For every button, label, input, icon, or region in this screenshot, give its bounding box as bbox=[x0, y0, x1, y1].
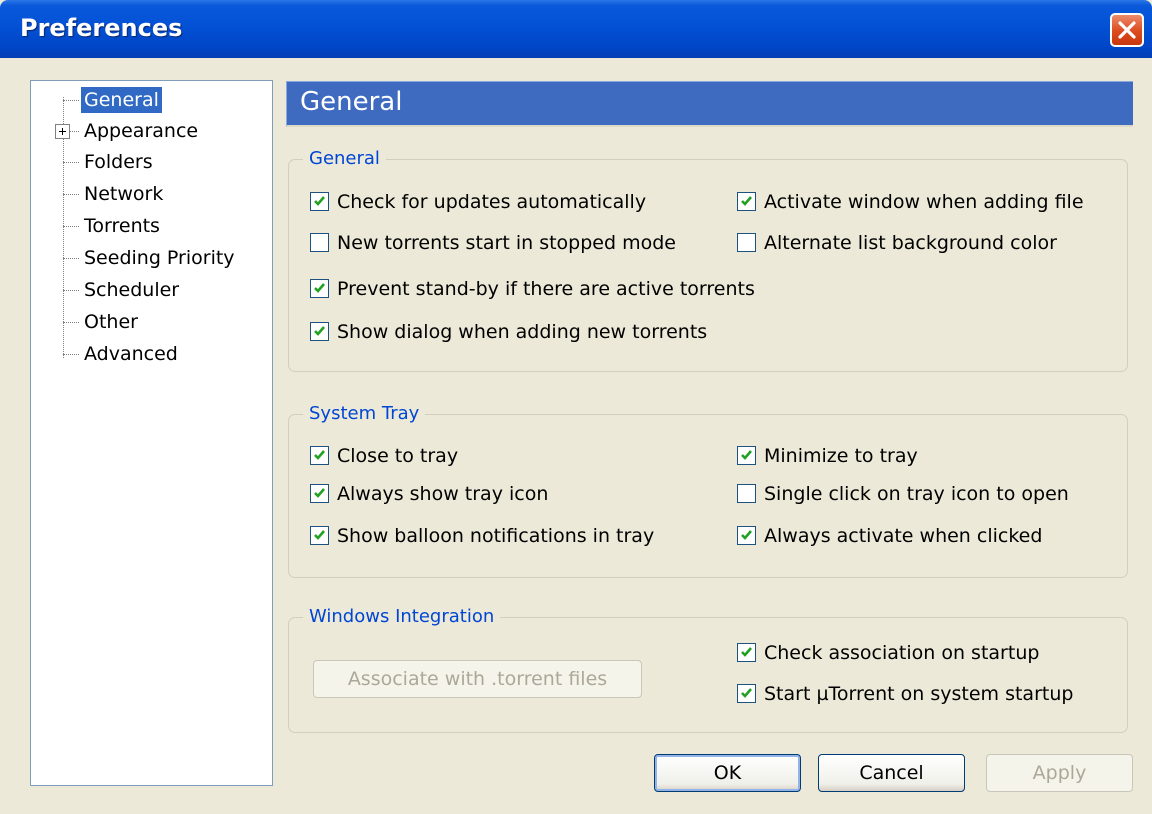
category-tree[interactable]: General Appearance Folders Network Torre… bbox=[30, 80, 273, 786]
group-title-system-tray: System Tray bbox=[303, 403, 426, 424]
tree-item-label: Scheduler bbox=[84, 279, 180, 301]
tree-item-label: Network bbox=[84, 183, 164, 205]
checkmark-icon bbox=[314, 450, 325, 460]
checkmark-icon bbox=[741, 688, 752, 698]
tree-item-label: Torrents bbox=[84, 215, 160, 237]
associate-button[interactable]: Associate with .torrent files bbox=[313, 660, 642, 698]
close-button[interactable] bbox=[1110, 13, 1144, 47]
tree-item-label: Other bbox=[84, 311, 138, 333]
apply-button[interactable]: Apply bbox=[986, 754, 1133, 792]
window-title: Preferences bbox=[20, 14, 183, 42]
close-icon bbox=[1118, 21, 1136, 39]
checkmark-icon bbox=[314, 488, 325, 498]
ok-button[interactable]: OK bbox=[654, 754, 801, 792]
preferences-window: Preferences General Appearance Folders N… bbox=[0, 0, 1152, 814]
checkmark-icon bbox=[314, 530, 325, 540]
checkmark-icon bbox=[741, 450, 752, 460]
checkmark-icon bbox=[314, 196, 325, 206]
tree-item-label: Folders bbox=[84, 151, 153, 173]
expand-plus-icon[interactable] bbox=[55, 124, 70, 139]
tree-item-label: Advanced bbox=[84, 343, 178, 365]
checkmark-icon bbox=[741, 530, 752, 540]
page-header: General bbox=[286, 81, 1133, 127]
title-bar[interactable]: Preferences bbox=[0, 0, 1152, 58]
checkmark-icon bbox=[741, 647, 752, 657]
tree-item-label: General bbox=[81, 87, 162, 113]
group-title-general: General bbox=[303, 148, 386, 169]
group-title-windows-integration: Windows Integration bbox=[303, 606, 501, 627]
cancel-button[interactable]: Cancel bbox=[818, 754, 965, 792]
checkmark-icon bbox=[314, 283, 325, 293]
checkmark-icon bbox=[314, 326, 325, 336]
page-title: General bbox=[300, 87, 403, 117]
checkmark-icon bbox=[741, 196, 752, 206]
tree-item-label: Appearance bbox=[84, 120, 199, 142]
tree-item-label: Seeding Priority bbox=[84, 247, 235, 269]
